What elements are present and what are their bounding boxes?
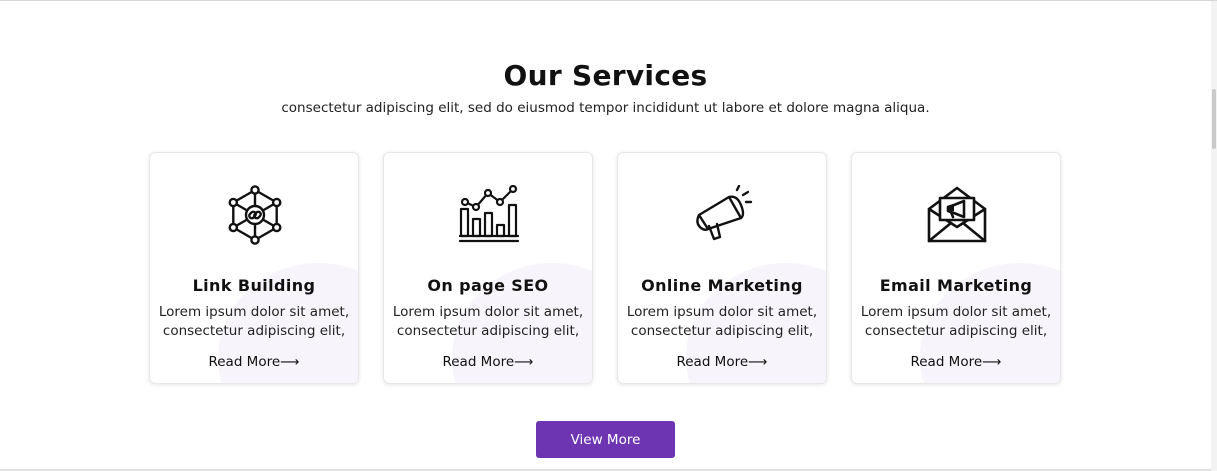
card-description: Lorem ipsum dolor sit amet, consectetur … <box>618 303 826 341</box>
section-title: Our Services <box>503 59 708 92</box>
card-title: Link Building <box>192 276 316 295</box>
service-card-link-building: Link Building Lorem ipsum dolor sit amet… <box>149 152 359 384</box>
card-description-line: consectetur adipiscing elit, <box>162 323 346 339</box>
bar-chart-trend-icon <box>459 185 519 243</box>
card-description-line: Lorem ipsum dolor sit amet, <box>860 304 1052 320</box>
card-title: Email Marketing <box>879 276 1033 295</box>
email-envelope-icon <box>927 186 987 243</box>
read-more-link[interactable]: Read More⟶ <box>150 354 358 370</box>
view-more-button[interactable]: View More <box>536 421 675 458</box>
card-description-line: consectetur adipiscing elit, <box>864 323 1048 339</box>
card-description: Lorem ipsum dolor sit amet, consectetur … <box>384 303 592 341</box>
service-card-email-marketing: Email Marketing Lorem ipsum dolor sit am… <box>851 152 1061 384</box>
section-subtitle: consectetur adipiscing elit, sed do eius… <box>281 100 930 116</box>
card-title: Online Marketing <box>641 276 803 295</box>
services-page: Our Services consectetur adipiscing elit… <box>0 0 1217 471</box>
card-description-line: Lorem ipsum dolor sit amet, <box>392 304 584 320</box>
megaphone-icon <box>696 185 753 241</box>
card-description: Lorem ipsum dolor sit amet, consectetur … <box>852 303 1060 341</box>
scrollbar-thumb[interactable] <box>1212 89 1216 149</box>
card-description-line: Lorem ipsum dolor sit amet, <box>158 304 350 320</box>
link-network-icon <box>228 185 282 245</box>
card-description-line: consectetur adipiscing elit, <box>630 323 814 339</box>
card-title: On page SEO <box>427 276 549 295</box>
service-card-on-page-seo: On page SEO Lorem ipsum dolor sit amet, … <box>383 152 593 384</box>
read-more-link[interactable]: Read More⟶ <box>384 354 592 370</box>
card-description-line: Lorem ipsum dolor sit amet, <box>626 304 818 320</box>
vertical-scrollbar[interactable] <box>1211 1 1217 471</box>
read-more-link[interactable]: Read More⟶ <box>618 354 826 370</box>
card-description-line: consectetur adipiscing elit, <box>396 323 580 339</box>
service-card-online-marketing: Online Marketing Lorem ipsum dolor sit a… <box>617 152 827 384</box>
read-more-link[interactable]: Read More⟶ <box>852 354 1060 370</box>
card-description: Lorem ipsum dolor sit amet, consectetur … <box>150 303 358 341</box>
